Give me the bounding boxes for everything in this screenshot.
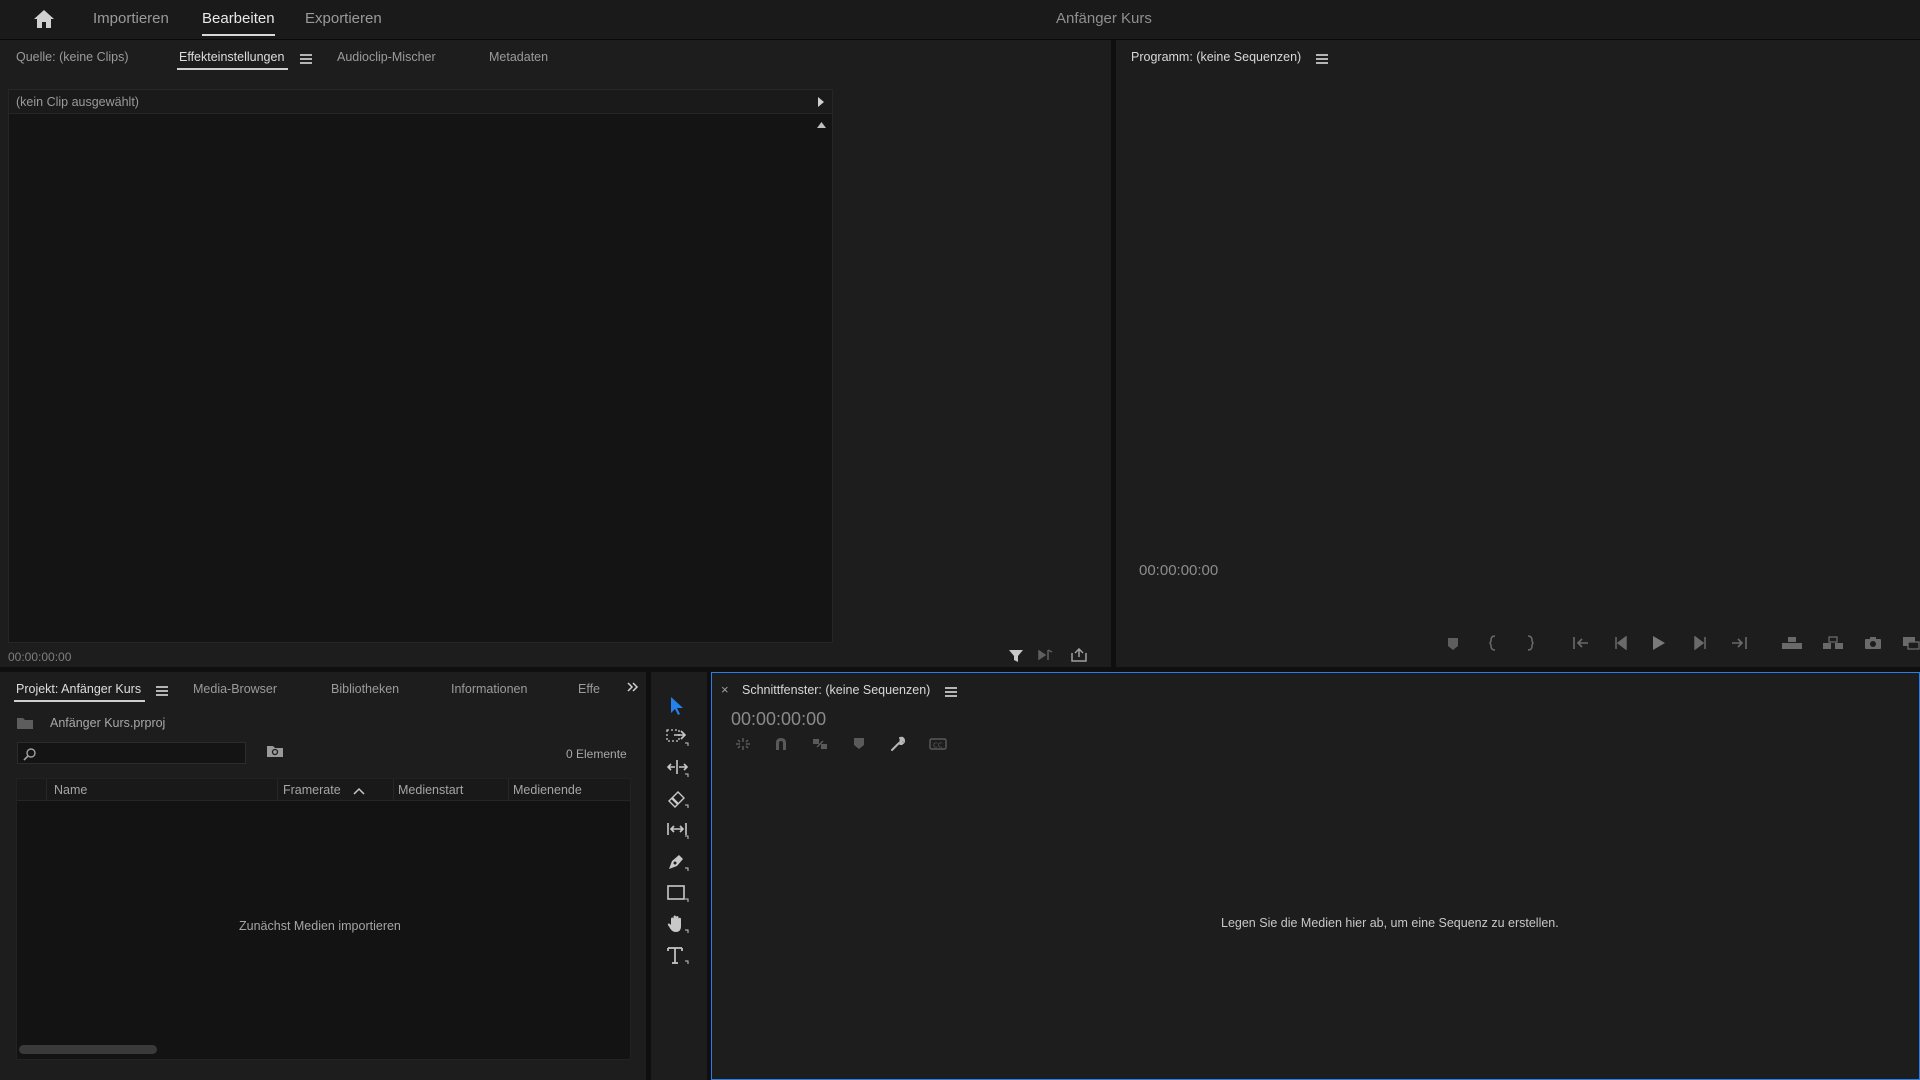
no-clip-label: (kein Clip ausgewählt) xyxy=(16,95,139,109)
svg-text:CC: CC xyxy=(933,742,943,750)
effect-controls-panel: Quelle: (keine Clips) Effekteinstellunge… xyxy=(0,40,1111,667)
workspace-tab-export[interactable]: Exportieren xyxy=(305,10,382,27)
mark-in-icon[interactable] xyxy=(1489,635,1497,651)
export-frame-icon[interactable] xyxy=(1864,636,1882,650)
horizontal-scrollbar[interactable] xyxy=(19,1045,157,1054)
home-icon[interactable] xyxy=(32,8,60,32)
tab-project[interactable]: Projekt: Anfänger Kurs xyxy=(13,682,146,702)
column-name[interactable]: Name xyxy=(54,783,87,797)
timeline-timecode: 00:00:00:00 xyxy=(731,709,827,729)
selection-tool-icon[interactable] xyxy=(667,696,687,716)
new-search-bin-icon[interactable] xyxy=(266,744,284,758)
scroll-up-icon[interactable] xyxy=(817,122,826,128)
pen-tool-icon[interactable] xyxy=(666,852,690,872)
tab-libraries[interactable]: Bibliotheken xyxy=(331,682,399,696)
item-count: 0 Elemente xyxy=(566,747,627,761)
tab-media-browser[interactable]: Media-Browser xyxy=(193,682,277,696)
column-divider xyxy=(277,779,278,801)
lift-icon[interactable] xyxy=(1781,636,1803,650)
play-icon[interactable] xyxy=(1652,635,1666,651)
filter-icon[interactable] xyxy=(1008,648,1024,664)
panel-menu-icon[interactable] xyxy=(156,686,168,696)
panel-menu-icon[interactable] xyxy=(945,687,957,697)
playback-only-audio-icon[interactable] xyxy=(1038,648,1054,662)
program-monitor-title[interactable]: Programm: (keine Sequenzen) xyxy=(1131,50,1301,64)
project-panel: Projekt: Anfänger Kurs Media-Browser Bib… xyxy=(0,672,646,1080)
tools-panel xyxy=(651,672,707,1080)
ripple-edit-tool-icon[interactable] xyxy=(666,758,690,778)
export-icon[interactable] xyxy=(1070,648,1088,662)
program-timecode: 00:00:00:00 xyxy=(1139,562,1219,579)
tab-effects[interactable]: Effe xyxy=(578,682,600,696)
effect-controls-area: (kein Clip ausgewählt) xyxy=(8,89,833,643)
hand-tool-icon[interactable] xyxy=(666,914,690,934)
panel-menu-icon[interactable] xyxy=(300,54,312,64)
go-to-in-icon[interactable] xyxy=(1572,636,1590,650)
tab-audio-clip-mixer[interactable]: Audioclip-Mischer xyxy=(337,50,436,64)
search-input[interactable] xyxy=(17,742,246,764)
tab-source[interactable]: Quelle: (keine Clips) xyxy=(16,50,129,64)
close-icon[interactable]: × xyxy=(721,682,729,697)
razor-tool-icon[interactable] xyxy=(666,789,690,809)
clip-header: (kein Clip ausgewählt) xyxy=(9,90,832,114)
comparison-view-icon[interactable] xyxy=(1902,636,1920,650)
column-media-start[interactable]: Medienstart xyxy=(398,783,463,797)
timeline-empty-text: Legen Sie die Medien hier ab, um eine Se… xyxy=(1221,916,1559,930)
nest-icon[interactable] xyxy=(735,737,751,751)
column-label-color[interactable] xyxy=(17,779,47,801)
tab-info[interactable]: Informationen xyxy=(451,682,527,696)
project-list: Name Framerate Medienstart Medienende Zu… xyxy=(16,778,631,1060)
column-divider xyxy=(508,779,509,801)
more-panels-icon[interactable] xyxy=(627,682,639,692)
wrench-icon[interactable] xyxy=(890,736,906,752)
source-timecode: 00:00:00:00 xyxy=(8,650,72,664)
track-select-tool-icon[interactable] xyxy=(666,727,690,747)
type-tool-icon[interactable] xyxy=(666,945,690,965)
add-marker-icon[interactable] xyxy=(1446,637,1460,651)
add-marker-icon[interactable] xyxy=(853,737,865,751)
column-framerate[interactable]: Framerate xyxy=(283,783,341,797)
sort-ascending-icon[interactable] xyxy=(353,787,365,795)
mark-out-icon[interactable] xyxy=(1526,635,1534,651)
slip-tool-icon[interactable] xyxy=(666,820,690,840)
list-header: Name Framerate Medienstart Medienende xyxy=(17,779,630,801)
workspace-tab-import[interactable]: Importieren xyxy=(93,10,169,27)
go-to-out-icon[interactable] xyxy=(1730,636,1748,650)
step-back-icon[interactable] xyxy=(1614,636,1628,650)
search-icon xyxy=(23,747,37,761)
captions-icon[interactable]: CC xyxy=(929,737,947,751)
project-file-name: Anfänger Kurs.prproj xyxy=(50,716,166,730)
workspace-tab-edit[interactable]: Bearbeiten xyxy=(202,10,275,36)
step-forward-icon[interactable] xyxy=(1693,636,1707,650)
expand-arrow-icon[interactable] xyxy=(817,97,825,107)
project-title: Anfänger Kurs xyxy=(1056,10,1152,27)
bin-folder-icon xyxy=(16,716,34,730)
empty-project-text: Zunächst Medien importieren xyxy=(239,919,401,933)
timeline-title[interactable]: Schnittfenster: (keine Sequenzen) xyxy=(742,683,930,697)
linked-selection-icon[interactable] xyxy=(812,737,828,751)
panel-menu-icon[interactable] xyxy=(1316,54,1328,64)
rectangle-tool-icon[interactable] xyxy=(666,883,690,903)
column-media-end[interactable]: Medienende xyxy=(513,783,582,797)
tab-metadata[interactable]: Metadaten xyxy=(489,50,548,64)
extract-icon[interactable] xyxy=(1822,636,1844,650)
snap-icon[interactable] xyxy=(774,737,788,751)
workspace-bar: Importieren Bearbeiten Exportieren Anfän… xyxy=(0,0,1920,40)
tab-effect-controls[interactable]: Effekteinstellungen xyxy=(176,50,289,70)
program-monitor-panel: Programm: (keine Sequenzen) 00:00:00:00 xyxy=(1116,40,1920,667)
timeline-panel: × Schnittfenster: (keine Sequenzen) 00:0… xyxy=(711,672,1920,1080)
column-divider xyxy=(393,779,394,801)
